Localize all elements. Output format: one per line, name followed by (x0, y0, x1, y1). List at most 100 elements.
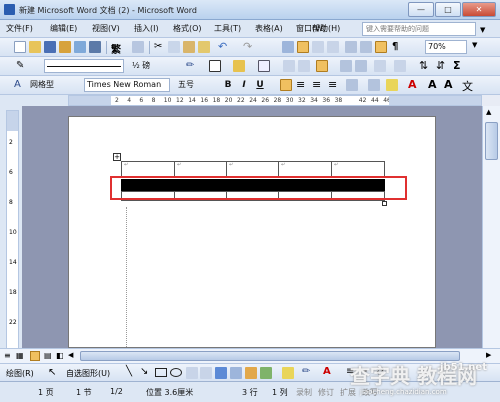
menu-edit[interactable]: 编辑(E) (50, 23, 77, 34)
split-cells-icon[interactable] (298, 60, 310, 72)
menu-table[interactable]: 表格(A) (255, 23, 283, 34)
zoom-select[interactable]: 70% (425, 40, 467, 54)
status-track[interactable]: 修订 (318, 387, 334, 398)
styles-icon[interactable]: A (14, 79, 21, 90)
columns-icon[interactable] (345, 41, 357, 53)
hyperlink-icon[interactable] (282, 41, 294, 53)
vertical-textbox-icon[interactable] (200, 367, 212, 379)
shading-icon[interactable] (233, 60, 245, 72)
print-icon[interactable] (89, 41, 101, 53)
close-button[interactable]: ✕ (462, 2, 496, 17)
chevron-down-icon[interactable]: ▼ (472, 41, 477, 49)
autoformat-icon[interactable] (374, 60, 386, 72)
text-direction-icon[interactable] (394, 60, 406, 72)
menu-format[interactable]: 格式(O) (173, 23, 202, 34)
style-select[interactable]: 网格型 (28, 78, 76, 92)
align-center-icon[interactable]: ≡ (296, 78, 305, 91)
scroll-thumb[interactable] (485, 122, 498, 160)
vertical-scrollbar[interactable]: ▲ (482, 106, 500, 348)
help-search-input[interactable]: 键入需要帮助的问题 (362, 22, 476, 36)
distribute-columns-icon[interactable] (355, 60, 367, 72)
font-color-icon[interactable]: A (408, 78, 417, 91)
borders-icon[interactable] (209, 60, 221, 72)
maximize-button[interactable]: □ (435, 2, 461, 17)
picture-icon[interactable] (260, 367, 272, 379)
scroll-up-icon[interactable]: ▲ (486, 108, 491, 116)
draw-menu-button[interactable]: 绘图(R) (6, 368, 34, 379)
oval-icon[interactable] (170, 368, 182, 377)
insert-table-icon[interactable] (312, 41, 324, 53)
italic-button[interactable]: I (238, 78, 250, 92)
sort-ascending-icon[interactable]: ⇅ (419, 59, 428, 72)
document-page[interactable]: + ↵ ↵ ↵ ↵ ↵ (68, 116, 436, 348)
menu-file[interactable]: 文件(F) (6, 23, 33, 34)
highlight-icon[interactable] (386, 79, 398, 91)
phonetic-guide-icon[interactable]: 文 (462, 78, 473, 94)
char-border-icon[interactable]: A (428, 78, 437, 91)
normal-view-icon[interactable]: ≡ (4, 351, 11, 360)
menu-view[interactable]: 视图(V) (92, 23, 120, 34)
outline-view-icon[interactable]: ▤ (44, 351, 52, 360)
insert-excel-icon[interactable] (327, 41, 339, 53)
distributed-icon[interactable]: ≡ (328, 78, 337, 91)
textbox-icon[interactable] (186, 367, 198, 379)
autoshapes-button[interactable]: 自选图形(U) (66, 368, 110, 379)
line-weight-select[interactable]: ½ 磅 (130, 59, 178, 73)
char-shading-icon[interactable]: A (444, 78, 453, 91)
minimize-button[interactable]: — (408, 2, 434, 17)
font-color-icon[interactable]: A (323, 366, 331, 377)
line-icon[interactable]: ╲ (126, 366, 132, 377)
scroll-right-icon[interactable]: ▶ (486, 351, 491, 359)
scroll-left-icon[interactable]: ◀ (68, 351, 73, 359)
new-document-icon[interactable] (14, 41, 26, 53)
word-app-icon[interactable] (4, 4, 15, 15)
paste-icon[interactable] (183, 41, 195, 53)
rectangle-icon[interactable] (155, 368, 167, 377)
undo-icon[interactable]: ↶ (218, 40, 227, 53)
merge-cells-icon[interactable] (283, 60, 295, 72)
autosum-icon[interactable]: Σ (453, 59, 461, 72)
menu-insert[interactable]: 插入(I) (134, 23, 159, 34)
arrow-icon[interactable]: ↘ (140, 366, 148, 377)
fill-color-icon[interactable] (282, 367, 294, 379)
menu-tools[interactable]: 工具(T) (214, 23, 241, 34)
underline-button[interactable]: U (254, 78, 266, 92)
web-view-icon[interactable]: ▦ (16, 351, 24, 360)
sort-descending-icon[interactable]: ⇵ (436, 59, 445, 72)
font-select[interactable]: Times New Roman (84, 78, 170, 92)
font-size-select[interactable]: 五号 (176, 78, 206, 92)
draw-table-icon[interactable]: ✎ (16, 60, 24, 71)
show-hide-icon[interactable]: ¶ (392, 41, 398, 52)
chevron-down-icon[interactable]: ▼ (480, 26, 485, 34)
spelling-icon[interactable] (132, 41, 144, 53)
document-map-icon[interactable] (375, 41, 387, 53)
save-icon[interactable] (44, 41, 56, 53)
distribute-rows-icon[interactable] (340, 60, 352, 72)
align-right-icon[interactable]: ≡ (312, 78, 321, 91)
diagram-icon[interactable] (230, 367, 242, 379)
line-style-select[interactable] (44, 59, 124, 73)
numbering-icon[interactable] (368, 79, 380, 91)
email-icon[interactable] (74, 41, 86, 53)
format-painter-icon[interactable] (198, 41, 210, 53)
cut-icon[interactable]: ✂ (154, 41, 162, 52)
table-resize-handle[interactable] (382, 201, 387, 206)
drawing-icon[interactable] (360, 41, 372, 53)
print-view-icon[interactable] (30, 351, 40, 361)
align-justify-icon[interactable] (280, 79, 292, 91)
table-move-handle-icon[interactable]: + (113, 153, 121, 161)
redo-icon[interactable]: ↷ (243, 40, 252, 53)
line-color-icon[interactable]: ✏ (302, 366, 310, 377)
menu-help[interactable]: 帮助(H) (312, 23, 340, 34)
traditional-chinese-icon[interactable]: 繁 (111, 41, 121, 56)
border-color-icon[interactable]: ✏ (186, 60, 194, 71)
clipart-icon[interactable] (245, 367, 257, 379)
vertical-ruler[interactable]: 2 6 8 10 14 18 22 (6, 110, 19, 350)
wordart-icon[interactable] (215, 367, 227, 379)
line-spacing-icon[interactable] (346, 79, 358, 91)
align-icon[interactable] (316, 60, 328, 72)
horizontal-ruler[interactable]: 2 4 6 8 10 12 14 16 18 20 22 24 26 28 30 32 34 36 38 42 44 46… (68, 95, 482, 106)
tables-borders-icon[interactable] (297, 41, 309, 53)
open-folder-icon[interactable] (29, 41, 41, 53)
reading-view-icon[interactable]: ◧ (56, 351, 64, 360)
